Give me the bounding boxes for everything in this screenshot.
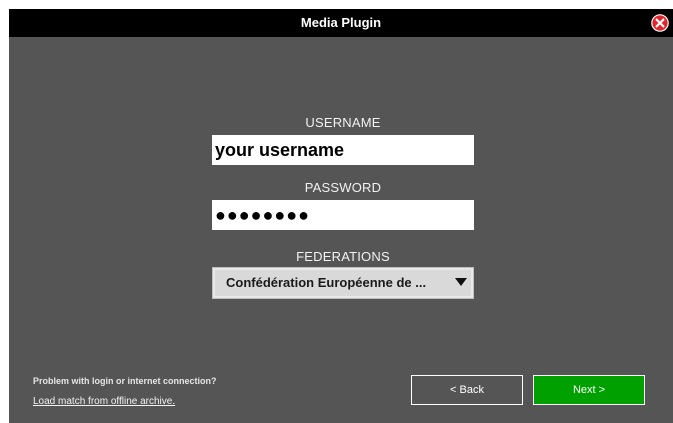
media-plugin-window: Media Plugin USERNAME your username PASS… (0, 0, 673, 423)
next-button[interactable]: Next > (533, 375, 645, 405)
password-label: PASSWORD (304, 180, 382, 195)
federations-selected-value: Confédération Européenne de ... (226, 275, 427, 290)
offline-archive-link[interactable]: Load match from offline archive. (33, 396, 175, 407)
triangle-down-icon (455, 278, 467, 286)
window-title: Media Plugin (300, 15, 382, 30)
federations-select[interactable]: Confédération Européenne de ... (212, 267, 474, 299)
username-label: USERNAME (305, 115, 381, 130)
password-input[interactable]: ●●●●●●●● (212, 200, 474, 230)
close-icon (651, 14, 669, 32)
federations-label: FEDERATIONS (296, 249, 390, 264)
help-text: Problem with login or internet connectio… (33, 376, 217, 386)
username-input[interactable]: your username (212, 135, 474, 165)
login-panel: USERNAME your username PASSWORD ●●●●●●●●… (9, 37, 673, 423)
back-button[interactable]: < Back (411, 375, 523, 405)
title-bar: Media Plugin (9, 9, 673, 37)
close-button[interactable] (651, 14, 669, 32)
